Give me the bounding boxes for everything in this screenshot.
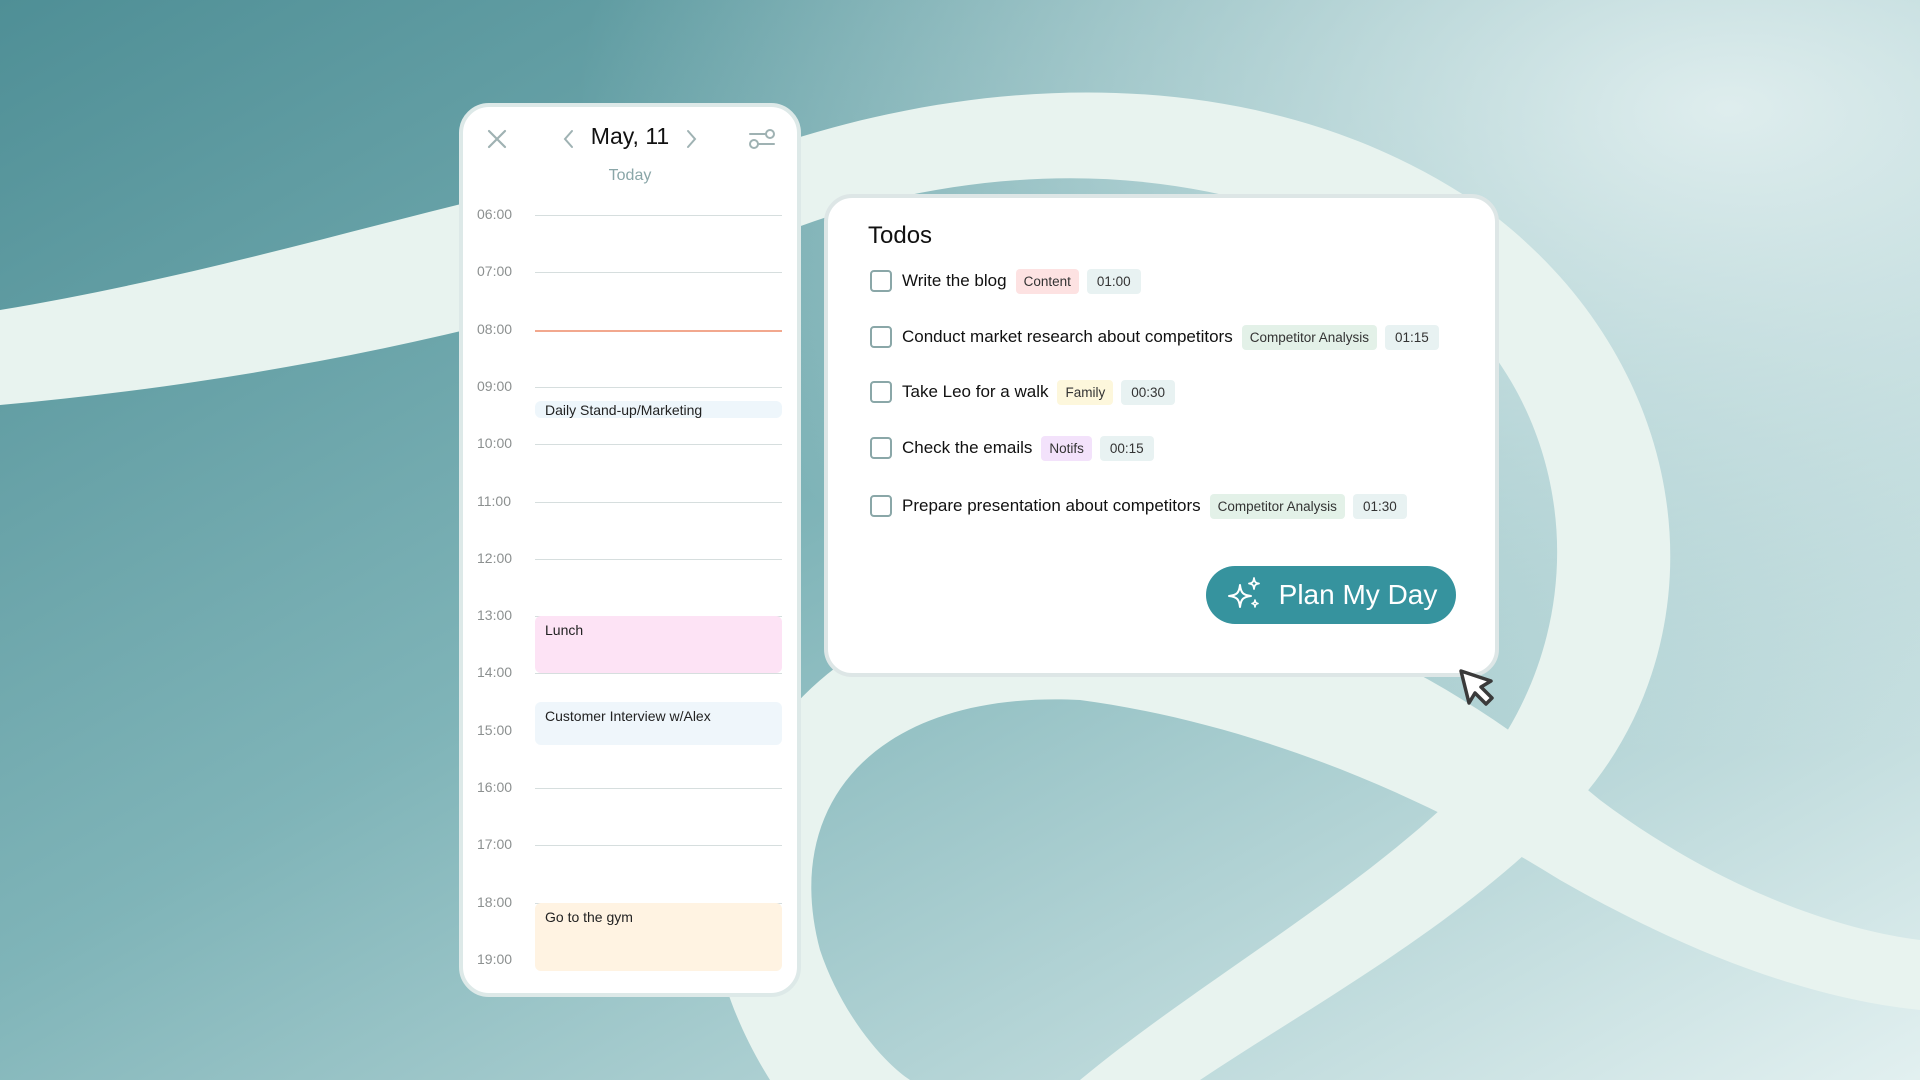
date-label: May, 11 [590, 123, 670, 149]
todo-item: Check the emails Notifs 00:15 [870, 433, 1154, 463]
todo-checkbox[interactable] [870, 270, 892, 292]
event-title: Lunch [545, 622, 584, 639]
todo-tag: Family [1057, 379, 1114, 405]
todos-title: Todos [868, 222, 933, 249]
todo-label: Conduct market research about competitor… [902, 327, 1233, 346]
hour-label: 09:00 [477, 377, 513, 394]
hour-label: 16:00 [477, 779, 513, 795]
todo-tag: Competitor Analysis [1209, 493, 1345, 519]
calendar-event[interactable]: Lunch [535, 616, 782, 674]
todo-checkbox[interactable] [870, 326, 892, 348]
hour-label: 08:00 [477, 320, 513, 337]
calendar-event[interactable]: Go to the gym [535, 902, 782, 972]
filter-sliders-icon[interactable] [748, 125, 776, 153]
event-title: Customer Interview w/Alex [545, 708, 711, 725]
hour-gridline [535, 788, 782, 789]
todo-item: Conduct market research about competitor… [870, 322, 1439, 352]
hour-gridline [535, 673, 782, 675]
todo-label: Prepare presentation about competitors [902, 496, 1201, 515]
calendar-panel: May, 11 Today 06:00 07:00 08:00 09:00 10:00 1… [459, 103, 801, 997]
calendar-header: May, 11 Today [463, 107, 797, 184]
plan-my-day-button[interactable]: Plan My Day [1206, 566, 1456, 624]
hour-label: 11:00 [477, 492, 511, 509]
todo-tag: Competitor Analysis [1241, 324, 1378, 350]
hour-label: 10:00 [477, 435, 513, 452]
hour-label: 14:00 [477, 664, 513, 681]
calendar-event[interactable]: Daily Stand-up/Marketing [535, 401, 782, 419]
todo-tag: Content [1015, 268, 1079, 294]
todo-label: Write the blog [902, 271, 1007, 290]
today-link[interactable]: Today [463, 167, 797, 185]
hour-label: 18:00 [477, 893, 513, 910]
todo-label: Take Leo for a walk [902, 382, 1049, 401]
event-title: Daily Stand-up/Marketing [545, 402, 703, 419]
plan-my-day-label: Plan My Day [1278, 579, 1438, 610]
hour-gridline [535, 215, 782, 216]
hour-gridline [535, 501, 782, 503]
chevron-right-icon[interactable] [681, 127, 701, 151]
hour-gridline [535, 444, 782, 446]
hour-gridline [535, 558, 782, 560]
hour-label: 07:00 [477, 263, 513, 280]
todo-duration: 01:00 [1086, 268, 1141, 294]
todo-duration: 01:30 [1352, 493, 1407, 519]
todos-panel: Todos Write the blog Content 01:00 Conduct … [824, 194, 1499, 677]
todo-tag: Notifs [1041, 435, 1092, 461]
todo-item: Take Leo for a walk Family 00:30 [870, 377, 1176, 407]
todo-label: Check the emails [902, 438, 1033, 457]
hour-label: 17:00 [477, 836, 513, 853]
todo-checkbox[interactable] [870, 381, 892, 403]
todo-duration: 00:15 [1099, 435, 1154, 461]
hour-label: 15:00 [477, 721, 513, 738]
todo-checkbox[interactable] [870, 437, 892, 459]
mouse-pointer-icon [1459, 669, 1494, 706]
todo-duration: 01:15 [1385, 324, 1439, 350]
hour-label: 19:00 [477, 950, 513, 967]
hour-label: 13:00 [477, 607, 513, 624]
todo-duration: 00:30 [1121, 379, 1176, 405]
todo-item: Write the blog Content 01:00 [870, 266, 1141, 296]
todo-item: Prepare presentation about competitors Co… [870, 491, 1407, 521]
hour-gridline [535, 272, 782, 274]
calendar-event[interactable]: Customer Interview w/Alex [535, 702, 782, 746]
hour-label: 06:00 [477, 206, 513, 222]
todo-checkbox[interactable] [870, 495, 892, 517]
sparkles-icon [1227, 577, 1260, 608]
current-time-line [535, 329, 782, 332]
event-title: Go to the gym [545, 908, 633, 925]
hour-label: 12:00 [477, 549, 513, 566]
hour-gridline [535, 386, 782, 388]
hour-gridline [535, 845, 782, 847]
